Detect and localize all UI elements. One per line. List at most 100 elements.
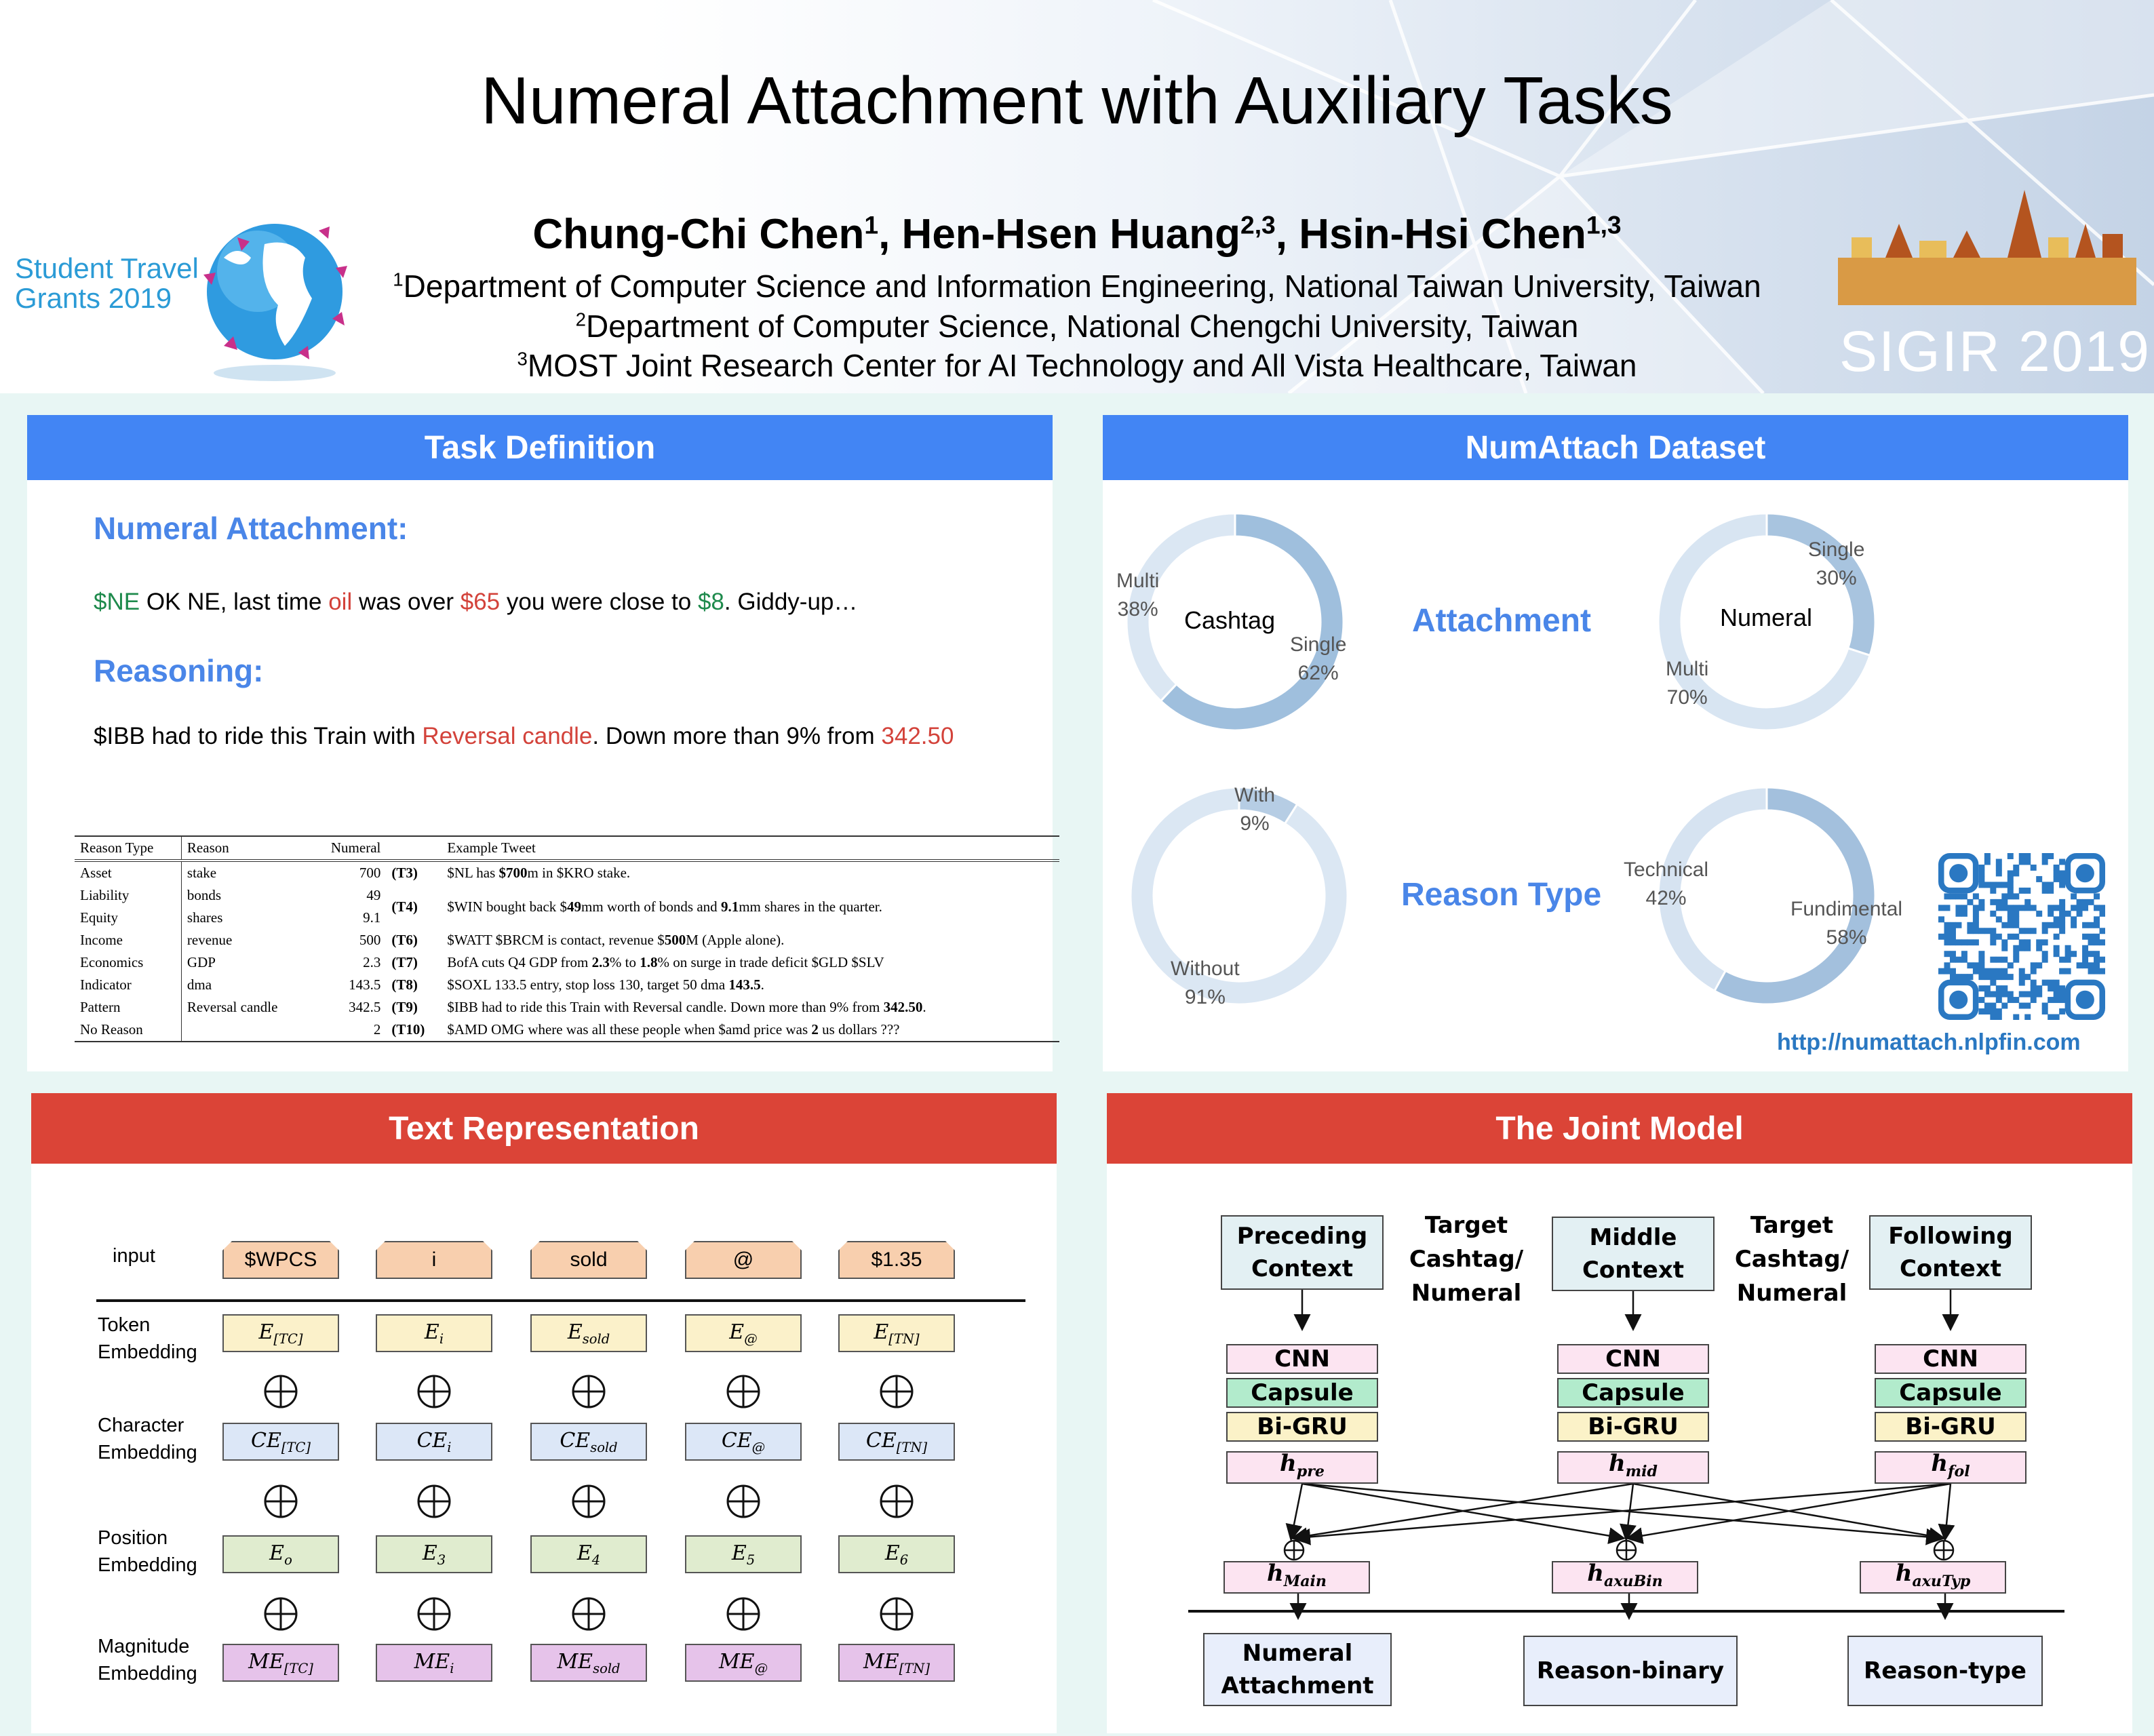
cashtag-center-label: Cashtag: [1184, 606, 1276, 634]
character-embedding-box: CEsold: [530, 1423, 647, 1461]
technical-label: Technical 42%: [1624, 859, 1709, 909]
bigru-layer: Bi-GRU: [1875, 1412, 2026, 1442]
character-embedding-label: Character Embedding: [98, 1415, 197, 1463]
author-3: Hsin-Hsi Chen: [1299, 211, 1586, 258]
context-box-preceding: Preceding Context: [1221, 1215, 1384, 1290]
oplus-icon: [572, 1597, 606, 1631]
dataset-panel: NumAttach Dataset Cashtag Multi 38% Singl…: [1103, 415, 2128, 1071]
target-label: Target Cashtag/Numeral: [1734, 1212, 1849, 1307]
table-row: Pattern Reversal candle 342.5 (T9) $IBB had …: [75, 996, 1059, 1019]
table-row: Indicator dma 143.5 (T8) $SOXL 133.5 entry, …: [75, 974, 1059, 996]
cashtag-multi-label: Multi 38%: [1116, 570, 1160, 620]
joint-model-panel: The Joint Model Preceding Context Middle…: [1107, 1093, 2132, 1733]
panel-heading: NumAttach Dataset: [1103, 415, 2128, 480]
poster-header: Numeral Attachment with Auxiliary Tasks …: [0, 0, 2154, 393]
magnitude-embedding-box: ME[TN]: [838, 1644, 955, 1682]
magnitude-embedding-box: MEi: [376, 1644, 492, 1682]
oplus-icon: [264, 1375, 298, 1408]
without-label: Without 91%: [1171, 958, 1240, 1008]
input-row-label: input: [113, 1245, 155, 1267]
oplus-icon: [417, 1484, 451, 1518]
hidden-state-box: hpre: [1226, 1450, 1378, 1484]
capsule-layer: Capsule: [1557, 1378, 1709, 1408]
example-tweet-cell: $AMD OMG where was all these people when…: [442, 1019, 1059, 1042]
oplus-icon: [417, 1597, 451, 1631]
oplus-icon: [726, 1375, 760, 1408]
position-embedding-label: Position Embedding: [98, 1527, 197, 1576]
cnn-layer: CNN: [1875, 1344, 2026, 1374]
oplus-icon: [880, 1597, 914, 1631]
oplus-icon: [880, 1375, 914, 1408]
input-token: sold: [530, 1241, 647, 1279]
bigru-layer: Bi-GRU: [1226, 1412, 1378, 1442]
reasoning-title: Reasoning:: [94, 653, 264, 688]
task-head-box: hMain: [1223, 1560, 1370, 1594]
token-embedding-box: Ei: [376, 1314, 492, 1352]
oplus-icon: [264, 1597, 298, 1631]
oplus-icon: [880, 1484, 914, 1518]
task-definition-panel: Task Definition Numeral Attachment: $NE …: [27, 415, 1059, 1071]
example-tweet-cell: $SOXL 133.5 entry, stop loss 130, target…: [447, 976, 764, 993]
example-tweet-cell: $WIN bought back $49mm worth of bonds an…: [447, 898, 882, 915]
poster-title: Numeral Attachment with Auxiliary Tasks: [481, 63, 1673, 138]
context-box-middle: Middle Context: [1552, 1217, 1715, 1291]
table-header-row: Reason Type Reason Numeral Example Tweet: [75, 835, 1059, 862]
numeral-single-label: Single 30%: [1808, 538, 1865, 589]
magnitude-embedding-box: ME@: [685, 1644, 802, 1682]
affiliation-2: 2Department of Computer Science, Nationa…: [575, 309, 1579, 344]
example-tweet-cell: BofA cuts Q4 GDP from 2.3% to 1.8% on su…: [447, 954, 884, 970]
oplus-icon: [572, 1484, 606, 1518]
affiliation-1: 1Department of Computer Science and Info…: [393, 269, 1761, 304]
character-embedding-box: CE[TN]: [838, 1423, 955, 1461]
example-tweet-1: $NE OK NE, last time oil was over $65 yo…: [94, 589, 858, 615]
numeral-center-label: Numeral: [1720, 604, 1813, 631]
task-head-box: haxuBin: [1552, 1560, 1698, 1594]
cnn-layer: CNN: [1226, 1344, 1378, 1374]
token-embedding-box: E[TC]: [222, 1314, 339, 1352]
table-row: Asset stake 700 (T3) $NL has $700m in $KRO s…: [75, 861, 1059, 884]
student-travel-grants-logo: Student Travel Grants 2019: [15, 252, 199, 314]
character-embedding-box: CE[TC]: [222, 1423, 339, 1461]
oplus-icon: [572, 1375, 606, 1408]
token-embedding-box: E[TN]: [838, 1314, 955, 1352]
magnitude-embedding-label: Magnitude Embedding: [98, 1636, 197, 1684]
magnitude-embedding-box: MEsold: [530, 1644, 647, 1682]
dataset-link[interactable]: http://numattach.nlpfin.com: [1777, 1029, 2081, 1056]
author-2: Hen-Hsen Huang: [901, 211, 1241, 258]
input-token: $1.35: [838, 1241, 955, 1279]
output-reason-type: Reason-type: [1847, 1636, 2043, 1706]
character-embedding-box: CEi: [376, 1423, 492, 1461]
hidden-state-box: hfol: [1875, 1450, 2026, 1484]
oplus-icon: [417, 1375, 451, 1408]
character-embedding-box: CE@: [685, 1423, 802, 1461]
position-embedding-box: E5: [685, 1535, 802, 1573]
magnitude-embedding-box: ME[TC]: [222, 1644, 339, 1682]
author-1: Chung-Chi Chen: [532, 211, 865, 258]
capsule-layer: Capsule: [1226, 1378, 1378, 1408]
divider: [96, 1299, 1025, 1302]
author-list: Chung-Chi Chen1, Hen-Hsen Huang2,3, Hsin…: [532, 210, 1622, 258]
task-head-box: haxuTyp: [1860, 1560, 2006, 1594]
attachment-label: Attachment: [1412, 603, 1592, 639]
table-row: Liability bonds 49 (T4) $WIN bought back $49…: [75, 884, 1059, 915]
oplus-icon: [726, 1484, 760, 1518]
capsule-layer: Capsule: [1875, 1378, 2026, 1408]
example-tweet-cell: $IBB had to ride this Train with Reversa…: [447, 999, 926, 1015]
oplus-icon: [726, 1597, 760, 1631]
example-tweet-cell: $NL has $700m in $KRO stake.: [447, 865, 631, 881]
position-embedding-box: E6: [838, 1535, 955, 1573]
panel-heading: Task Definition: [27, 415, 1053, 480]
sigir-logo-text: SIGIR 2019: [1839, 319, 2151, 383]
target-label: Target Cashtag/Numeral: [1409, 1212, 1524, 1307]
hidden-state-box: hmid: [1557, 1450, 1709, 1484]
table-row: Income revenue 500 (T6) $WATT $BRCM is conta…: [75, 929, 1059, 951]
table-row: Economics GDP 2.3 (T7) BofA cuts Q4 GDP from…: [75, 951, 1059, 974]
qr-code-icon[interactable]: [1938, 853, 2105, 1020]
input-token: i: [376, 1241, 492, 1279]
with-label: With 9%: [1234, 784, 1275, 835]
output-reason-binary: Reason-binary: [1523, 1636, 1738, 1706]
text-representation-panel: Text Representation input Token Embedding…: [31, 1093, 1057, 1733]
cashtag-single-label: Single 62%: [1290, 633, 1347, 684]
token-embedding-label: Token Embedding: [98, 1314, 197, 1363]
position-embedding-box: E3: [376, 1535, 492, 1573]
